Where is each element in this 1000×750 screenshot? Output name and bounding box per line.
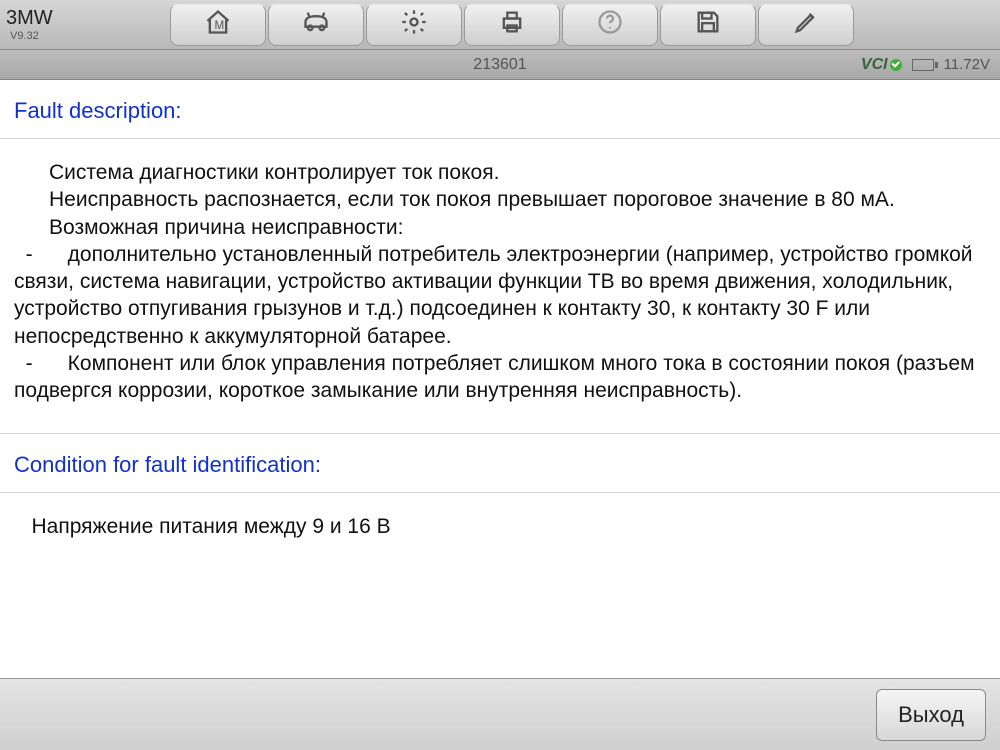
toolbar-button-group: M	[170, 4, 856, 46]
exit-button-label: Выход	[898, 702, 964, 728]
printer-icon	[498, 8, 526, 41]
save-button[interactable]	[660, 4, 756, 46]
home-button[interactable]: M	[170, 4, 266, 46]
diagnostic-status-bar: 213601 VCI 11.72V	[0, 50, 1000, 80]
edit-button[interactable]	[758, 4, 854, 46]
condition-heading: Condition for fault identification:	[0, 434, 1000, 493]
vehicle-battery-icon	[912, 59, 934, 71]
vehicle-voltage: 11.72V	[944, 56, 990, 73]
app-title: 3MW	[6, 8, 170, 28]
app-version: V9.32	[6, 30, 170, 42]
save-icon	[694, 8, 722, 41]
fault-description-heading: Fault description:	[0, 80, 1000, 139]
settings-button[interactable]	[366, 4, 462, 46]
check-icon	[890, 59, 902, 71]
print-button[interactable]	[464, 4, 560, 46]
vehicle-icon	[302, 8, 330, 41]
home-icon: M	[204, 8, 232, 41]
main-content[interactable]: Fault description: Система диагностики к…	[0, 80, 1000, 678]
fault-code: 213601	[473, 56, 526, 74]
status-right-cluster: VCI 11.72V	[861, 56, 1000, 74]
footer-bar: Выход	[0, 678, 1000, 750]
toolbar-title-block: 3MW V9.32	[0, 8, 170, 42]
gear-icon	[400, 8, 428, 41]
help-button[interactable]	[562, 4, 658, 46]
exit-button[interactable]: Выход	[876, 689, 986, 741]
vci-indicator: VCI	[861, 56, 902, 74]
help-icon	[596, 8, 624, 41]
pencil-icon	[792, 8, 820, 41]
vehicle-button[interactable]	[268, 4, 364, 46]
fault-description-body: Система диагностики контролирует ток пок…	[0, 139, 1000, 434]
svg-text:M: M	[215, 19, 225, 32]
condition-body: Напряжение питания между 9 и 16 В	[0, 493, 1000, 568]
app-toolbar: 3MW V9.32 M	[0, 0, 1000, 50]
